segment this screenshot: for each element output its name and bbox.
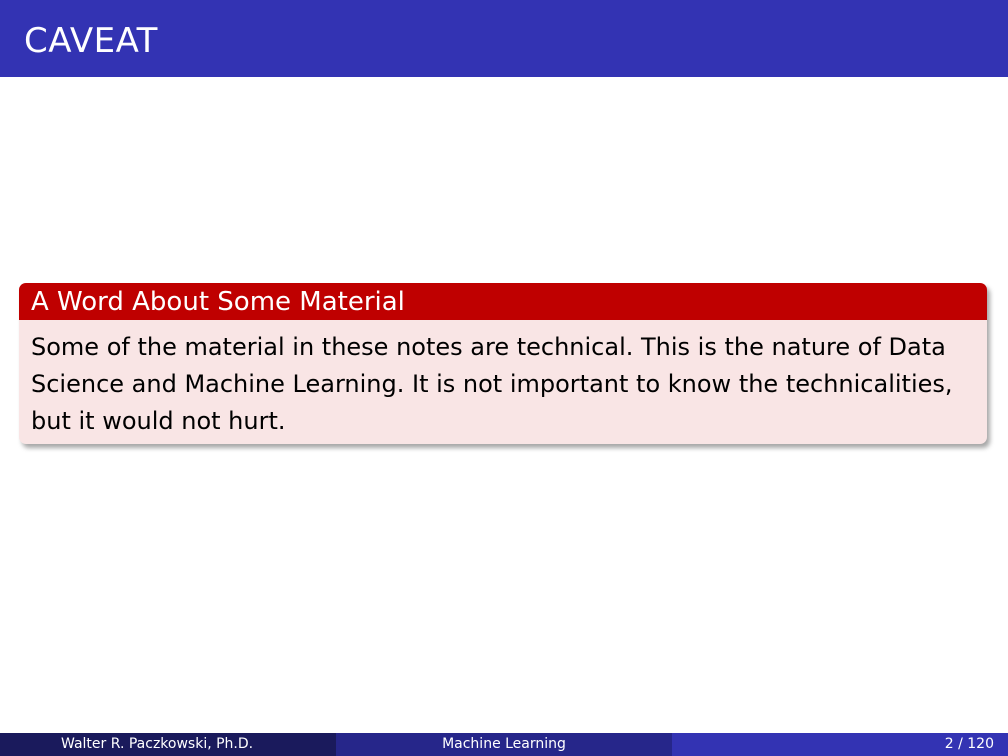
block-title: A Word About Some Material <box>31 287 405 317</box>
footer-presentation-title: Machine Learning <box>442 736 566 752</box>
footer-title-section: Machine Learning <box>336 733 672 756</box>
footer-author-section: Walter R. Paczkowski, Ph.D. <box>0 733 336 756</box>
footer-page-section: 2 / 120 <box>672 733 1008 756</box>
footer-author: Walter R. Paczkowski, Ph.D. <box>61 736 254 752</box>
block-header: A Word About Some Material <box>19 283 987 320</box>
title-bar: CAVEAT <box>0 0 1008 77</box>
page-number: 2 / 120 <box>944 736 994 752</box>
footer: Walter R. Paczkowski, Ph.D. Machine Lear… <box>0 733 1008 756</box>
slide-title: CAVEAT <box>24 21 158 61</box>
block-body: Some of the material in these notes are … <box>31 333 953 435</box>
alert-block: A Word About Some Material Some of the m… <box>19 283 987 444</box>
